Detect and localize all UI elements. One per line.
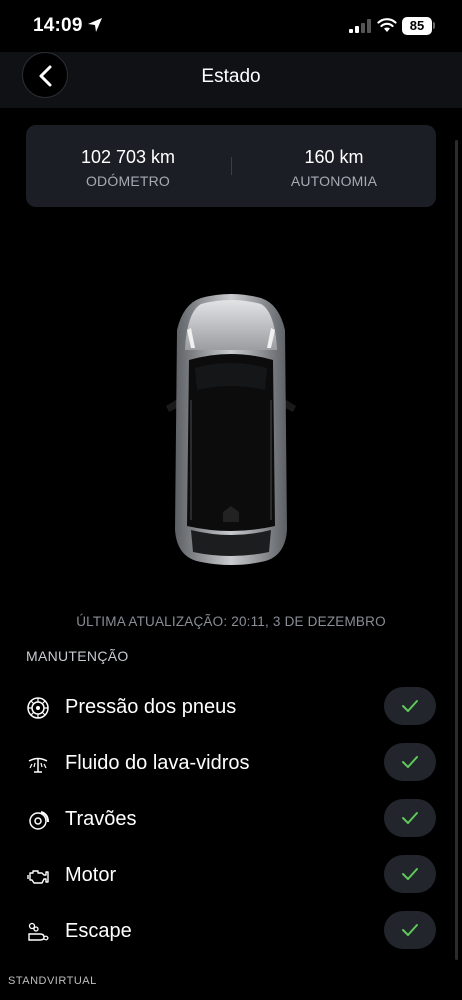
status-time: 14:09	[33, 15, 83, 36]
engine-icon	[27, 870, 49, 884]
exhaust-icon	[28, 922, 49, 941]
stats-card: 102 703 km ODÓMETRO 160 km AUTONOMIA	[26, 125, 436, 207]
brake-icon	[29, 811, 49, 830]
odometer-label: ODÓMETRO	[85, 173, 171, 189]
range-value: 160 km	[304, 147, 364, 167]
check-icon	[402, 812, 418, 824]
section-title-maintenance: MANUTENÇÃO	[26, 648, 129, 664]
last-update-text: ÚLTIMA ATUALIZAÇÃO: 20:11, 3 DE DEZEMBRO	[76, 614, 386, 629]
maintenance-label: Fluido do lava-vidros	[65, 752, 250, 774]
tire-icon	[27, 697, 49, 719]
status-bar: 14:09 85	[0, 0, 462, 52]
check-icon	[402, 756, 418, 768]
location-arrow-icon	[88, 18, 102, 32]
status-check-pill	[384, 855, 436, 893]
check-icon	[402, 868, 418, 880]
status-check-pill	[384, 687, 436, 725]
car-top-view-image	[166, 294, 296, 565]
odometer-value: 102 703 km	[80, 147, 176, 167]
maintenance-row-tire-pressure[interactable]: Pressão dos pneus	[0, 682, 462, 738]
maintenance-row-washer-fluid[interactable]: Fluido do lava-vidros	[0, 738, 462, 794]
check-icon	[402, 924, 418, 936]
battery-indicator: 85	[402, 17, 432, 35]
cellular-signal-icon	[349, 19, 371, 33]
watermark-logo: STANDVIRTUAL	[8, 975, 97, 987]
range-label: AUTONOMIA	[290, 173, 378, 189]
maintenance-row-engine[interactable]: Motor	[0, 850, 462, 906]
stats-divider	[231, 157, 232, 175]
status-check-pill	[384, 743, 436, 781]
maintenance-label: Escape	[65, 920, 132, 942]
washer-fluid-icon	[28, 757, 48, 773]
check-icon	[402, 700, 418, 712]
wifi-icon	[377, 18, 397, 32]
maintenance-label: Pressão dos pneus	[65, 696, 237, 718]
status-check-pill	[384, 799, 436, 837]
status-check-pill	[384, 911, 436, 949]
page-title: Estado	[201, 66, 261, 87]
maintenance-row-brakes[interactable]: Travões	[0, 794, 462, 850]
maintenance-label: Travões	[65, 808, 137, 830]
maintenance-label: Motor	[65, 864, 117, 886]
battery-nub	[433, 22, 435, 29]
maintenance-row-exhaust[interactable]: Escape	[0, 906, 462, 962]
